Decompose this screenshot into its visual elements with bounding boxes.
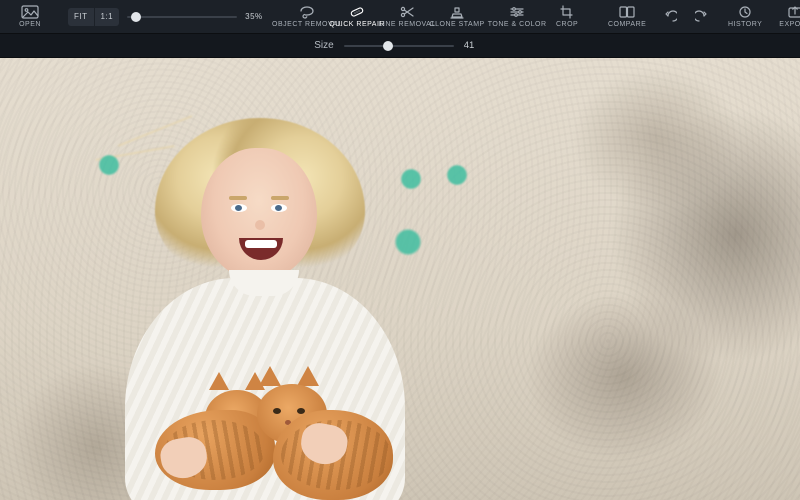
zoom-group: FIT 1:1 35% bbox=[68, 8, 273, 26]
history-label: HISTORY bbox=[728, 21, 762, 28]
scissors-icon bbox=[398, 5, 416, 19]
zoom-slider[interactable] bbox=[127, 8, 237, 26]
export-label: EXPORT bbox=[779, 21, 800, 28]
crop-tool[interactable]: CROP bbox=[545, 2, 589, 32]
size-label: Size bbox=[314, 40, 333, 51]
redo-button[interactable] bbox=[689, 2, 717, 32]
export-button[interactable]: EXPORT bbox=[773, 2, 800, 32]
main-toolbar: OPEN FIT 1:1 35% OBJECT REMOVAL QUICK RE… bbox=[0, 0, 800, 34]
compare-button[interactable]: COMPARE bbox=[605, 2, 649, 32]
compare-icon bbox=[618, 5, 636, 19]
export-icon bbox=[786, 5, 800, 19]
undo-icon bbox=[661, 10, 677, 24]
stamp-icon bbox=[448, 5, 466, 19]
size-readout: 41 bbox=[464, 40, 486, 51]
zoom-fit-button[interactable]: FIT bbox=[68, 8, 95, 26]
bandage-icon bbox=[348, 5, 366, 19]
history-button[interactable]: HISTORY bbox=[723, 2, 767, 32]
repair-mark bbox=[98, 154, 120, 176]
sliders-icon bbox=[508, 5, 526, 19]
image-icon bbox=[21, 5, 39, 19]
quick-repair-label: QUICK REPAIR bbox=[329, 21, 385, 28]
clone-stamp-label: CLONE STAMP bbox=[430, 21, 485, 28]
quick-repair-tool[interactable]: QUICK REPAIR bbox=[335, 2, 379, 32]
lasso-icon bbox=[298, 5, 316, 19]
zoom-readout: 35% bbox=[245, 12, 273, 21]
repair-mark bbox=[446, 164, 468, 186]
line-removal-label: LINE REMOVAL bbox=[379, 21, 436, 28]
image-canvas[interactable] bbox=[0, 58, 800, 500]
object-removal-tool[interactable]: OBJECT REMOVAL bbox=[285, 2, 329, 32]
crop-label: CROP bbox=[556, 21, 578, 28]
compare-label: COMPARE bbox=[608, 21, 646, 28]
undo-button[interactable] bbox=[655, 2, 683, 32]
repair-mark bbox=[394, 228, 422, 256]
open-label: OPEN bbox=[19, 21, 41, 28]
zoom-actual-button[interactable]: 1:1 bbox=[95, 8, 120, 26]
tone-color-tool[interactable]: TONE & COLOR bbox=[495, 2, 539, 32]
photo-background bbox=[0, 58, 800, 500]
open-button[interactable]: OPEN bbox=[8, 2, 52, 32]
redo-icon bbox=[695, 10, 711, 24]
crop-icon bbox=[558, 5, 576, 19]
size-slider[interactable] bbox=[344, 37, 454, 55]
history-icon bbox=[736, 5, 754, 19]
line-removal-tool[interactable]: LINE REMOVAL bbox=[385, 2, 429, 32]
clone-stamp-tool[interactable]: CLONE STAMP bbox=[435, 2, 479, 32]
tool-options-bar: Size 41 bbox=[0, 34, 800, 58]
tone-color-label: TONE & COLOR bbox=[488, 21, 547, 28]
repair-mark bbox=[400, 168, 422, 190]
